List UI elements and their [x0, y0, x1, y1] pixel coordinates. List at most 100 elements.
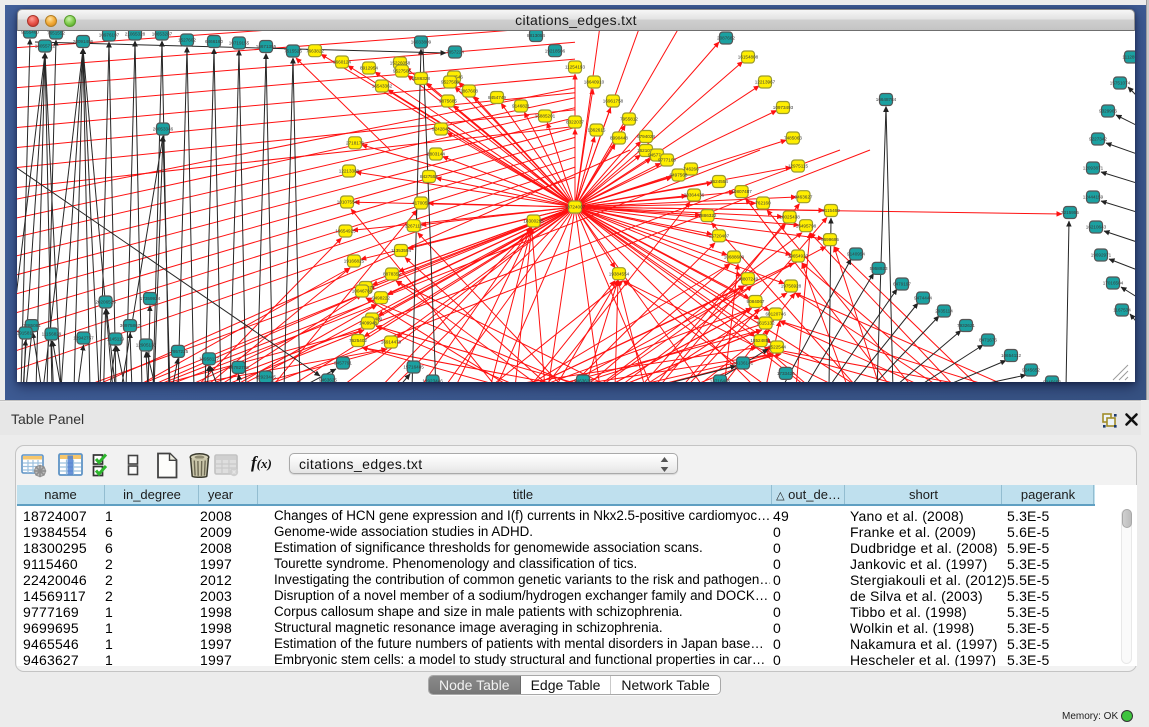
svg-text:3267110: 3267110 — [405, 223, 423, 228]
svg-text:10107554: 10107554 — [337, 200, 358, 205]
svg-text:3215955: 3215955 — [1061, 210, 1079, 215]
svg-text:18300295: 18300295 — [523, 219, 544, 224]
svg-text:16671355: 16671355 — [256, 44, 277, 49]
svg-text:10958117: 10958117 — [199, 356, 220, 361]
svg-text:21065328: 21065328 — [125, 32, 146, 37]
svg-text:10654112: 10654112 — [1001, 353, 1022, 358]
svg-text:8427552: 8427552 — [420, 174, 438, 179]
svg-text:1112854: 1112854 — [1122, 55, 1135, 60]
svg-text:9242848: 9242848 — [432, 127, 450, 132]
svg-text:6794028: 6794028 — [637, 134, 655, 139]
svg-text:7625402: 7625402 — [349, 338, 367, 343]
svg-text:9146821: 9146821 — [512, 104, 530, 109]
svg-text:9463627: 9463627 — [795, 194, 813, 199]
svg-text:1362615: 1362615 — [588, 128, 606, 133]
svg-text:12905135: 12905135 — [136, 343, 157, 348]
svg-text:7515526: 7515526 — [284, 49, 302, 54]
svg-text:18640910: 18640910 — [584, 80, 605, 85]
svg-text:18724007: 18724007 — [565, 205, 586, 210]
svg-text:9140954: 9140954 — [847, 252, 865, 257]
svg-text:746266: 746266 — [683, 167, 699, 172]
svg-text:8660124: 8660124 — [333, 60, 351, 65]
svg-text:2803144: 2803144 — [427, 152, 445, 157]
svg-text:14136141: 14136141 — [733, 361, 754, 366]
svg-text:15716485: 15716485 — [403, 365, 424, 370]
svg-text:2935114: 2935114 — [935, 309, 953, 314]
svg-text:9463629: 9463629 — [574, 379, 592, 382]
svg-text:20206526: 20206526 — [95, 300, 116, 305]
svg-text:8454749: 8454749 — [488, 95, 506, 100]
svg-text:9498222: 9498222 — [372, 295, 390, 300]
svg-text:12923446: 12923446 — [422, 379, 443, 382]
svg-text:1615132: 1615132 — [757, 321, 775, 326]
svg-text:7485063: 7485063 — [784, 136, 802, 141]
svg-text:3915812: 3915812 — [17, 331, 35, 336]
svg-text:9329966: 9329966 — [1099, 109, 1117, 114]
svg-text:2867608: 2867608 — [460, 89, 478, 94]
svg-text:7857224: 7857224 — [446, 50, 464, 55]
svg-text:12093871: 12093871 — [1083, 166, 1104, 171]
svg-text:16495798: 16495798 — [796, 223, 817, 228]
svg-text:9474444: 9474444 — [914, 296, 932, 301]
svg-text:10807487: 10807487 — [731, 189, 752, 194]
svg-text:30975867: 30975867 — [120, 323, 141, 328]
svg-text:8912954: 8912954 — [360, 66, 378, 71]
svg-text:2522544: 2522544 — [768, 345, 786, 350]
svg-text:7886322: 7886322 — [699, 213, 717, 218]
svg-text:9155460: 9155460 — [21, 31, 39, 35]
svg-text:11156829: 11156829 — [42, 332, 62, 337]
svg-text:2087682: 2087682 — [717, 36, 735, 41]
svg-text:16961758: 16961758 — [603, 99, 624, 104]
svg-text:12975115: 12975115 — [788, 164, 809, 169]
svg-text:1145119: 1145119 — [107, 337, 125, 342]
svg-text:12942757: 12942757 — [73, 336, 94, 341]
svg-text:16914479: 16914479 — [381, 340, 402, 345]
svg-text:19756928: 19756928 — [781, 284, 802, 289]
svg-text:9227342: 9227342 — [1089, 137, 1107, 142]
svg-text:2718176: 2718176 — [346, 140, 364, 145]
svg-text:16648784: 16648784 — [876, 97, 897, 102]
svg-text:7932621: 7932621 — [957, 323, 975, 328]
svg-text:12213389: 12213389 — [339, 169, 360, 174]
svg-text:6497568: 6497568 — [670, 173, 688, 178]
svg-text:60120746: 60120746 — [765, 312, 786, 317]
svg-text:6466160: 6466160 — [205, 39, 223, 44]
svg-text:11254193: 11254193 — [565, 65, 586, 70]
svg-text:10046788: 10046788 — [352, 289, 373, 294]
svg-text:10688609: 10688609 — [724, 255, 745, 260]
svg-text:9527508: 9527508 — [441, 80, 459, 85]
svg-text:12444159: 12444159 — [1083, 195, 1104, 200]
svg-text:12213967: 12213967 — [755, 80, 776, 85]
svg-text:19692971: 19692971 — [1091, 253, 1112, 258]
svg-text:8322037: 8322037 — [566, 120, 584, 125]
svg-text:8878352: 8878352 — [383, 272, 401, 277]
svg-text:3875685: 3875685 — [439, 99, 457, 104]
svg-text:1409948: 1409948 — [359, 321, 377, 326]
svg-text:9245652: 9245652 — [1022, 368, 1040, 373]
svg-text:4170051: 4170051 — [412, 201, 430, 206]
svg-text:7955812: 7955812 — [620, 117, 638, 122]
svg-text:17016504: 17016504 — [1103, 281, 1124, 286]
svg-text:1527602: 1527602 — [178, 38, 196, 43]
svg-text:20053346: 20053346 — [153, 127, 174, 132]
svg-text:1167534: 1167534 — [1113, 308, 1131, 313]
svg-text:10025438: 10025438 — [779, 215, 800, 220]
svg-text:9777169: 9777169 — [658, 158, 676, 163]
svg-text:19654923: 19654923 — [788, 254, 809, 259]
svg-text:5958923: 5958923 — [870, 266, 888, 271]
svg-text:1733426: 1733426 — [777, 371, 795, 376]
svg-text:16782759: 16782759 — [228, 365, 249, 370]
svg-text:762160: 762160 — [755, 201, 771, 206]
svg-text:12923445: 12923445 — [255, 375, 276, 380]
svg-text:16033809: 16033809 — [411, 40, 432, 45]
svg-text:15885201: 15885201 — [535, 114, 556, 119]
svg-text:10653287: 10653287 — [152, 32, 173, 37]
svg-text:13716485: 13716485 — [710, 379, 731, 382]
svg-text:10719155: 10719155 — [229, 41, 250, 46]
svg-text:15751074: 15751074 — [1110, 81, 1131, 86]
svg-text:7663822: 7663822 — [306, 48, 324, 53]
svg-text:15720407: 15720407 — [709, 233, 730, 238]
svg-text:16543362: 16543362 — [372, 84, 393, 89]
svg-text:9457791: 9457791 — [334, 361, 352, 366]
svg-text:9115460: 9115460 — [822, 208, 840, 213]
